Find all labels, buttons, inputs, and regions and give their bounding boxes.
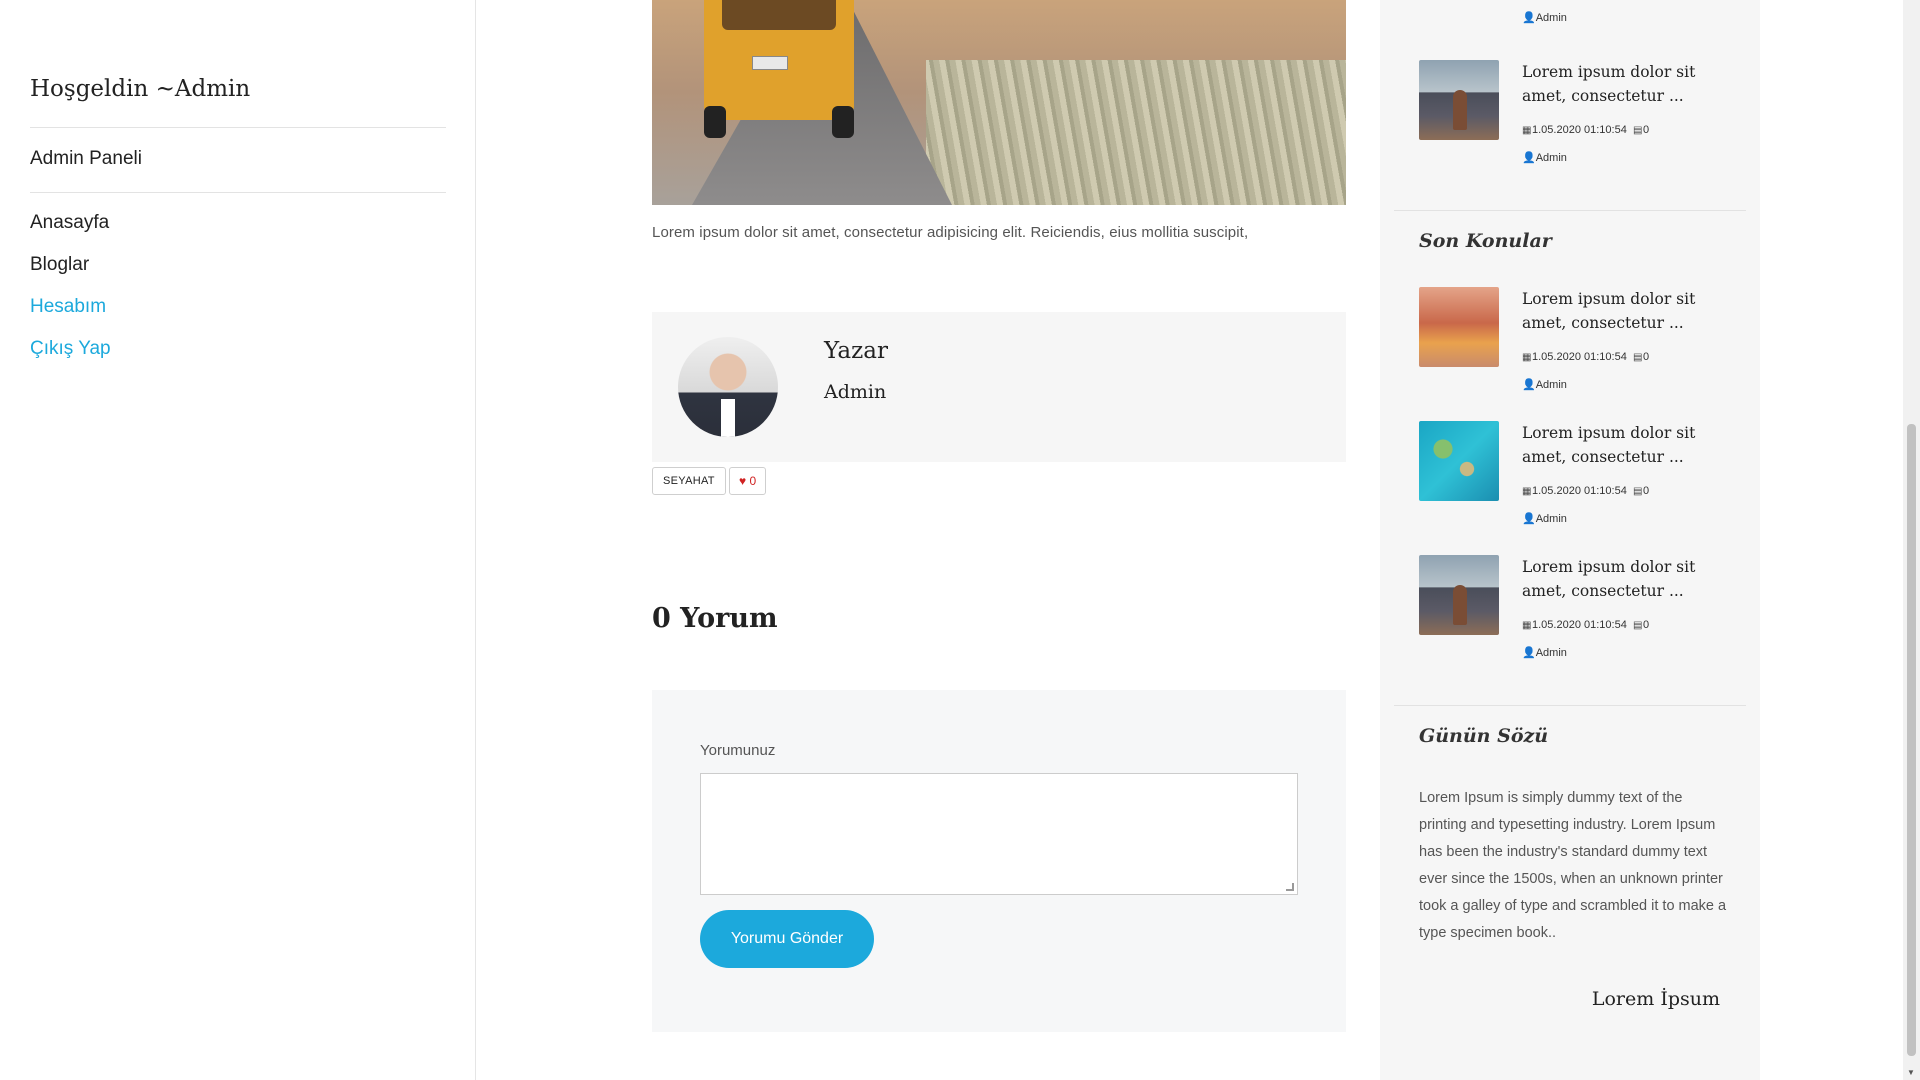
calendar-icon: ▦ <box>1522 486 1532 497</box>
quote-text: Lorem Ipsum is simply dummy text of the … <box>1419 790 1727 941</box>
post-title[interactable]: Lorem ipsum dolor sit amet, consectetur … <box>1522 60 1732 108</box>
tag-seyahat[interactable]: SEYAHAT <box>652 467 726 495</box>
resize-grip-icon[interactable] <box>1286 883 1294 891</box>
scrollbar-thumb[interactable] <box>1907 424 1916 1056</box>
post-meta: ▦1.05.2020 01:10:54 ▤0 <box>1522 124 1649 136</box>
post-title[interactable]: Lorem ipsum dolor sit amet, consectetur … <box>1522 421 1732 469</box>
recent-posts-title: Son Konular <box>1419 230 1552 252</box>
author-title: Yazar <box>824 338 888 364</box>
hero-van-plate <box>752 56 788 70</box>
post-date: 1.05.2020 01:10:54 <box>1532 619 1627 631</box>
post-author: 👤Admin <box>1522 379 1567 391</box>
comment-label: Yorumunuz <box>700 742 776 759</box>
sidebar-item-cikis-yap[interactable]: Çıkış Yap <box>30 338 111 380</box>
post-thumbnail[interactable] <box>1419 60 1499 140</box>
widget-divider <box>1394 705 1746 706</box>
user-icon: 👤 <box>1522 379 1536 391</box>
post-author: 👤Admin <box>1522 513 1567 525</box>
post-date: 1.05.2020 01:10:54 <box>1532 124 1627 136</box>
calendar-icon: ▦ <box>1522 125 1532 136</box>
comment-icon: ▤ <box>1632 620 1643 631</box>
post-thumbnail[interactable] <box>1419 421 1499 501</box>
post-comment-count: 0 <box>1642 351 1650 363</box>
post-author: 👤Admin <box>1522 152 1567 164</box>
post-title[interactable]: Lorem ipsum dolor sit amet, consectetur … <box>1522 287 1732 335</box>
sidebar-item-anasayfa[interactable]: Anasayfa <box>30 212 111 254</box>
comments-count: 0 Yorum <box>652 603 778 634</box>
post-date: 1.05.2020 01:10:54 <box>1532 485 1627 497</box>
sidebar-item-hesabim[interactable]: Hesabım <box>30 296 111 338</box>
scroll-down-arrow-icon[interactable]: ▼ <box>1907 1068 1915 1077</box>
author-name: Admin <box>824 381 887 403</box>
calendar-icon: ▦ <box>1522 620 1532 631</box>
post-comment-count: 0 <box>1642 124 1650 136</box>
quote-author: Lorem İpsum <box>1591 988 1720 1010</box>
post-meta: ▦1.05.2020 01:10:54 ▤0 <box>1522 619 1649 631</box>
user-icon: 👤 <box>1522 152 1536 164</box>
avatar-shirt <box>721 399 735 437</box>
hero-van-window <box>722 0 836 30</box>
like-count: 0 <box>749 474 757 488</box>
calendar-icon: ▦ <box>1522 352 1532 363</box>
page-scrollbar[interactable]: ▼ <box>1903 0 1920 1080</box>
avatar <box>678 337 778 437</box>
like-button[interactable]: ♥ 0 <box>729 467 767 495</box>
sidebar-nav: Anasayfa Bloglar Hesabım Çıkış Yap <box>30 212 111 380</box>
heart-icon: ♥ <box>739 474 747 488</box>
post-date: 1.05.2020 01:10:54 <box>1532 351 1627 363</box>
left-sidebar: Hoşgeldin ~Admin Admin Paneli Anasayfa B… <box>0 0 476 1080</box>
post-item-partial[interactable]: 👤Admin <box>1419 0 1739 30</box>
comment-icon: ▤ <box>1632 352 1643 363</box>
quote-title: Günün Sözü <box>1419 725 1549 747</box>
post-item-recent[interactable]: Lorem ipsum dolor sit amet, consectetur … <box>1419 555 1739 665</box>
comment-form: Yorumunuz Yorumu Gönder <box>652 690 1346 1032</box>
post-comment-count: 0 <box>1642 485 1650 497</box>
post-thumbnail[interactable] <box>1419 287 1499 367</box>
admin-panel-link[interactable]: Admin Paneli <box>30 148 142 170</box>
hero-van-wheel <box>832 106 854 138</box>
post-author: 👤Admin <box>1522 12 1567 24</box>
article-hero-image <box>652 0 1346 205</box>
sidebar-divider <box>30 127 446 128</box>
hero-van-wheel <box>704 106 726 138</box>
user-icon: 👤 <box>1522 513 1536 525</box>
post-item-recent[interactable]: Lorem ipsum dolor sit amet, consectetur … <box>1419 287 1739 397</box>
article-excerpt: Lorem ipsum dolor sit amet, consectetur … <box>652 224 1249 241</box>
author-box: Yazar Admin <box>652 312 1346 462</box>
right-sidebar: 👤Admin Lorem ipsum dolor sit amet, conse… <box>1380 0 1760 1080</box>
post-thumbnail[interactable] <box>1419 555 1499 635</box>
hero-grass <box>926 60 1346 205</box>
post-comment-count: 0 <box>1642 619 1650 631</box>
user-icon: 👤 <box>1522 647 1536 659</box>
post-meta: ▦1.05.2020 01:10:54 ▤0 <box>1522 351 1649 363</box>
sidebar-divider <box>30 192 446 193</box>
post-title[interactable]: Lorem ipsum dolor sit amet, consectetur … <box>1522 555 1732 603</box>
comment-icon: ▤ <box>1632 125 1643 136</box>
submit-comment-button[interactable]: Yorumu Gönder <box>700 910 874 968</box>
welcome-text: Hoşgeldin ~Admin <box>30 76 251 102</box>
post-item-popular[interactable]: Lorem ipsum dolor sit amet, consectetur … <box>1419 60 1739 170</box>
sidebar-item-bloglar[interactable]: Bloglar <box>30 254 111 296</box>
widget-divider <box>1394 210 1746 211</box>
user-icon: 👤 <box>1522 12 1536 24</box>
comment-textarea[interactable] <box>700 773 1298 895</box>
post-author: 👤Admin <box>1522 647 1567 659</box>
comment-icon: ▤ <box>1632 486 1643 497</box>
post-item-recent[interactable]: Lorem ipsum dolor sit amet, consectetur … <box>1419 421 1739 531</box>
post-meta: ▦1.05.2020 01:10:54 ▤0 <box>1522 485 1649 497</box>
